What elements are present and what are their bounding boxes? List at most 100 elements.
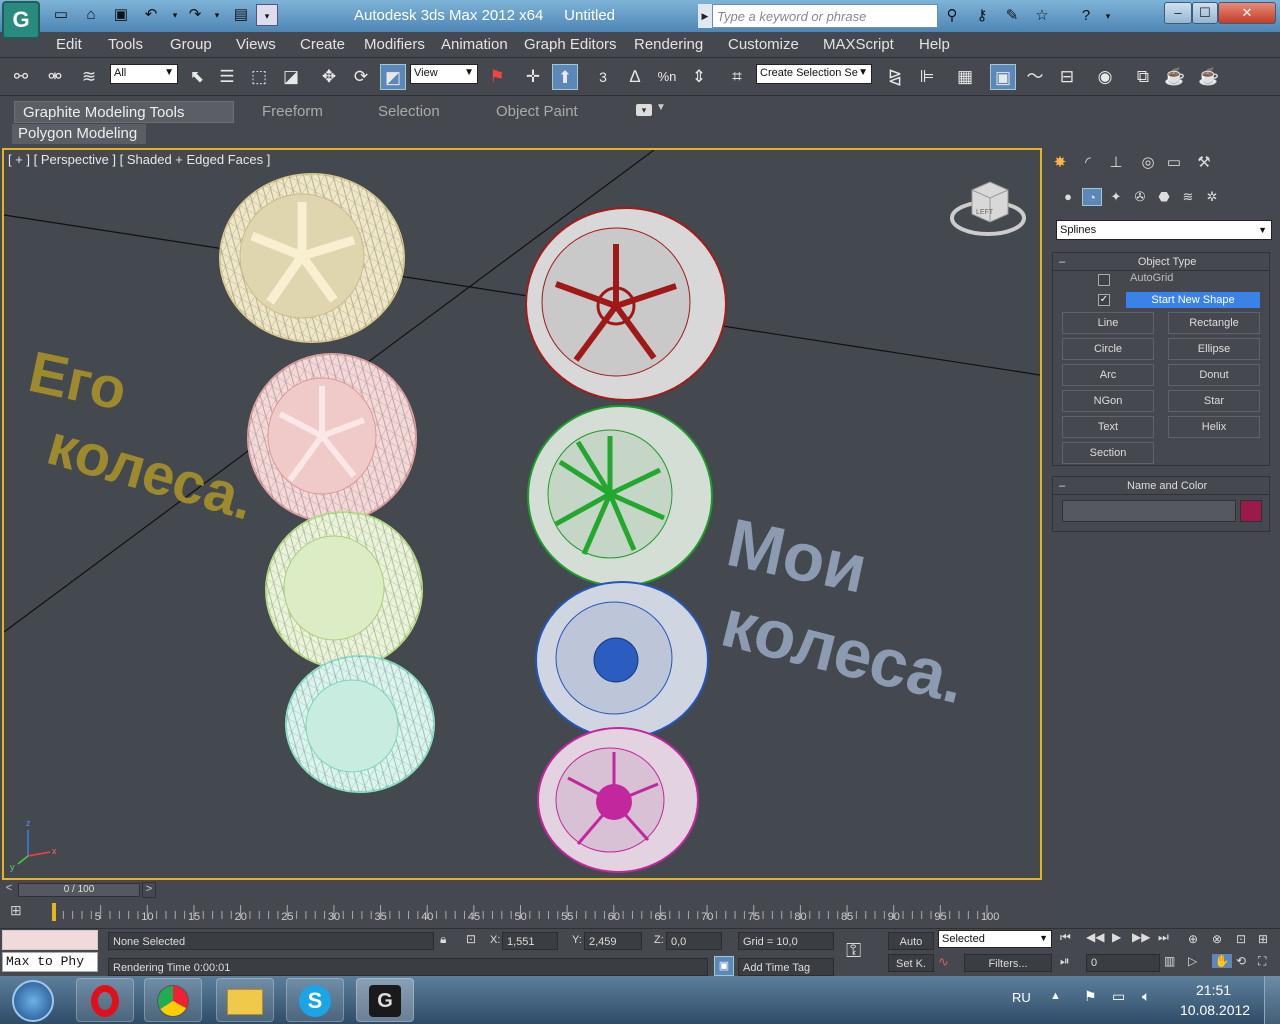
material-editor-icon[interactable]: ◉ [1092, 64, 1118, 90]
shapes-icon[interactable]: ◔ [1082, 188, 1102, 206]
unlink-icon[interactable]: ⚮ [42, 64, 68, 90]
menu-customize[interactable]: Customize [728, 36, 799, 53]
menu-create[interactable]: Create [300, 36, 345, 53]
show-desktop-button[interactable] [1264, 976, 1280, 1024]
ribbon-minimize-icon[interactable]: ▾ [636, 104, 652, 116]
action-center-icon[interactable]: ⚑ [1084, 988, 1097, 1005]
maximize-viewport-icon[interactable]: ⛶ [1258, 954, 1278, 969]
lights-icon[interactable]: ✦ [1106, 188, 1126, 206]
create-tab-icon[interactable]: ✸ [1048, 152, 1072, 174]
autogrid-checkbox[interactable] [1098, 274, 1110, 286]
redo-dropdown-icon[interactable]: ▾ [206, 4, 228, 26]
wheel-blue[interactable] [535, 581, 709, 739]
text-left-3d[interactable]: Его колеса. [23, 339, 261, 533]
selection-filter-select[interactable]: All ▼ [110, 64, 178, 84]
next-frame-icon[interactable]: ▶▶ [1132, 930, 1152, 944]
wheel-green[interactable] [527, 405, 713, 587]
isolate-selection-icon[interactable]: ▣ [714, 956, 734, 976]
scale-icon[interactable]: ◩ [380, 64, 406, 90]
field-of-view-icon[interactable]: ▷ [1188, 954, 1208, 968]
layer-manager-icon[interactable]: ▦ [952, 64, 978, 90]
viewcube-icon[interactable]: LEFT [950, 181, 1026, 236]
wheel-cream[interactable] [219, 173, 405, 343]
bind-space-warp-icon[interactable]: ≋ [76, 64, 102, 90]
trackbar-menu-icon[interactable]: ⊞ [10, 902, 32, 922]
goto-start-icon[interactable]: ⏮ [1060, 930, 1080, 945]
time-next-arrow-icon[interactable]: > [142, 882, 156, 898]
help-icon[interactable]: ? [1074, 4, 1098, 28]
move-icon[interactable]: ✥ [316, 64, 342, 90]
add-time-tag-button[interactable]: Add Time Tag [738, 958, 834, 976]
start-new-shape-button[interactable]: Start New Shape [1126, 292, 1260, 308]
menu-maxscript[interactable]: MAXScript [823, 36, 894, 53]
close-button[interactable]: ✕ [1218, 2, 1276, 24]
tab-object-paint[interactable]: Object Paint [488, 101, 586, 123]
clock-date[interactable]: 10.08.2012 [1180, 1002, 1250, 1018]
taskbar-chrome-icon[interactable] [144, 978, 202, 1022]
rendered-frame-window-icon[interactable]: ☕ [1162, 64, 1188, 90]
ngon-button[interactable]: NGon [1062, 390, 1154, 412]
arc-button[interactable]: Arc [1062, 364, 1154, 386]
x-coordinate-field[interactable]: 1,551 [502, 932, 558, 950]
window-crossing-icon[interactable]: ◪ [278, 64, 304, 90]
absolute-mode-icon[interactable]: ⊡ [466, 932, 476, 946]
current-frame-field[interactable]: 0 [1086, 954, 1160, 972]
schematic-view-icon[interactable]: ⊟ [1054, 64, 1080, 90]
display-tab-icon[interactable]: ▭ [1162, 152, 1186, 174]
new-file-icon[interactable]: ▭ [50, 4, 72, 26]
current-frame-marker[interactable] [52, 903, 56, 921]
language-indicator[interactable]: RU [1012, 990, 1031, 1005]
menu-group[interactable]: Group [170, 36, 212, 53]
clock-time[interactable]: 21:51 [1196, 982, 1231, 998]
curve-editor-icon[interactable]: 〜 [1022, 64, 1048, 90]
keyboard-shortcut-override-icon[interactable]: ⬆ [552, 64, 578, 90]
app-logo-icon[interactable]: G [2, 1, 40, 39]
z-coordinate-field[interactable]: 0,0 [666, 932, 722, 950]
search-input[interactable]: Type a keyword or phrase [712, 4, 938, 28]
space-warps-icon[interactable]: ≋ [1178, 188, 1198, 206]
angle-snap-icon[interactable]: ∆ [622, 64, 648, 90]
menu-views[interactable]: Views [236, 36, 276, 53]
show-hidden-icons-icon[interactable]: ▲ [1050, 990, 1061, 1002]
spinner-snap-icon[interactable]: ⇕ [686, 64, 712, 90]
key-filter-select[interactable]: Selected ▼ [938, 930, 1052, 948]
wheel-red[interactable] [525, 207, 727, 401]
pivot-center-icon[interactable]: ⚑ [484, 64, 510, 90]
volume-icon[interactable]: 🔈︎ [1142, 988, 1150, 1005]
zoom-extents-all-icon[interactable]: ⊞ [1258, 932, 1278, 946]
line-button[interactable]: Line [1062, 312, 1154, 334]
start-button-icon[interactable] [12, 980, 54, 1022]
y-coordinate-field[interactable]: 2,459 [584, 932, 642, 950]
perspective-viewport[interactable]: [ + ] [ Perspective ] [ Shaded + Edged F… [2, 148, 1042, 880]
undo-icon[interactable]: ↶ [140, 4, 162, 26]
wheel-pink[interactable] [247, 353, 417, 523]
modify-tab-icon[interactable]: ◜ [1076, 152, 1100, 174]
search-expand-icon[interactable]: ▶ [698, 4, 712, 28]
text-button[interactable]: Text [1062, 416, 1154, 438]
reference-coord-select[interactable]: View ▼ [410, 64, 478, 84]
redo-icon[interactable]: ↷ [184, 4, 206, 26]
communication-icon[interactable]: ✎ [1000, 4, 1024, 28]
maximize-button[interactable]: ☐ [1192, 2, 1218, 24]
binoculars-icon[interactable]: ⚲ [940, 4, 964, 28]
menu-animation[interactable]: Animation [441, 36, 508, 53]
ellipse-button[interactable]: Ellipse [1168, 338, 1260, 360]
helix-button[interactable]: Helix [1168, 416, 1260, 438]
star-button[interactable]: Star [1168, 390, 1260, 412]
wheel-light-green[interactable] [265, 511, 423, 669]
set-key-button[interactable]: Set K. [888, 954, 934, 972]
menu-tools[interactable]: Tools [108, 36, 143, 53]
geometry-icon[interactable]: ● [1058, 188, 1078, 206]
key-mode-toggle-icon[interactable]: ⏯ [1060, 954, 1080, 969]
rotate-icon[interactable]: ⟳ [348, 64, 374, 90]
key-filters-button[interactable]: Filters... [964, 954, 1052, 972]
snaps-toggle-icon[interactable]: 3 [590, 64, 616, 90]
menu-graph-editors[interactable]: Graph Editors [524, 36, 617, 53]
pan-view-icon[interactable]: ✋ [1212, 954, 1232, 968]
polygon-modeling-panel[interactable]: Polygon Modeling [12, 124, 146, 144]
edit-named-selection-icon[interactable]: ⌗ [724, 64, 750, 90]
subscription-key-icon[interactable]: ⚷ [970, 4, 994, 28]
time-configuration-icon[interactable]: ▥ [1164, 954, 1184, 968]
menu-help[interactable]: Help [919, 36, 950, 53]
object-name-input[interactable] [1062, 500, 1236, 522]
